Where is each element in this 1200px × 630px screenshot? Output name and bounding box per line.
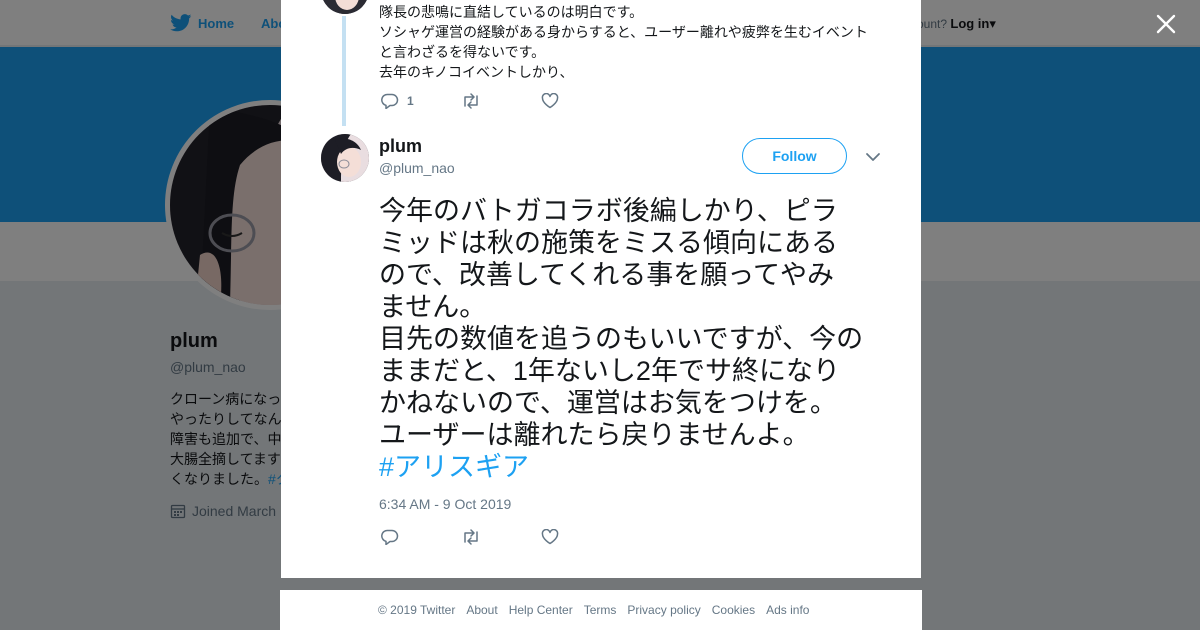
tweet-hashtag-link[interactable]: #アリスギア: [379, 452, 529, 482]
tweet-line: ままだと、1年ないし2年でサ終になり: [379, 356, 840, 386]
prev-tweet-line: 隊長の悲鳴に直結しているのは明白です。: [379, 4, 644, 20]
prev-tweet-text: 隊長の悲鳴に直結しているのは明白です。 ソシャゲ運営の経験がある身からすると、ユ…: [379, 2, 879, 82]
retweet-button[interactable]: [461, 529, 541, 545]
prev-like-button[interactable]: [541, 93, 559, 109]
author-name[interactable]: plum: [379, 136, 422, 157]
tweet-line: かねないので、運営はお気をつけを。: [379, 388, 837, 418]
prev-reply-button[interactable]: 1: [381, 93, 461, 109]
tweet-body: 今年のバトガコラボ後編しかり、ピラ ミッドは秋の施策をミスる傾向にある ので、改…: [379, 195, 889, 483]
tweet-line: ユーザーは離れたら戻りませんよ。: [379, 420, 810, 450]
chevron-down-icon: [866, 153, 880, 161]
footer-link-privacy[interactable]: Privacy policy: [627, 603, 700, 617]
prev-tweet-actions: 1: [381, 93, 559, 109]
footer-link-help-center[interactable]: Help Center: [509, 603, 573, 617]
tweet-line: ません。: [379, 292, 487, 322]
follow-button[interactable]: Follow: [742, 138, 847, 174]
prev-avatar-image: [321, 0, 369, 14]
prev-tweet-line: 去年のキノコイベントしかり、: [379, 64, 574, 80]
thread-connector: [342, 16, 346, 126]
reply-button[interactable]: [381, 529, 461, 545]
tweet-line: 目先の数値を追うのもいいですが、今の: [379, 324, 864, 354]
like-button[interactable]: [541, 529, 559, 545]
prev-tweet-avatar[interactable]: [321, 0, 369, 14]
tweet-permalink-modal: 隊長の悲鳴に直結しているのは明白です。 ソシャゲ運営の経験がある身からすると、ユ…: [281, 0, 921, 578]
tweet-line: ので、改善してくれる事を願ってやみ: [379, 260, 834, 290]
retweet-icon: [464, 529, 478, 545]
reply-icon: [381, 93, 399, 109]
prev-retweet-button[interactable]: [461, 93, 541, 109]
footer-link-ads-info[interactable]: Ads info: [766, 603, 809, 617]
prev-tweet-line: ソシャゲ運営の経験がある身からすると、ユーザー離れや疲弊を生むイベント: [379, 24, 868, 40]
tweet-line: 今年のバトガコラボ後編しかり、ピラ: [379, 196, 838, 226]
author-handle[interactable]: @plum_nao: [379, 160, 455, 176]
prev-tweet-line: と言わざるを得ないです。: [379, 44, 546, 60]
tweet-menu-button[interactable]: [865, 150, 881, 164]
retweet-icon: [464, 93, 478, 109]
tweet-timestamp[interactable]: 6:34 AM - 9 Oct 2019: [379, 496, 511, 512]
heart-icon: [541, 529, 559, 545]
heart-icon: [541, 93, 559, 109]
author-avatar-image: [321, 134, 369, 182]
footer-link-terms[interactable]: Terms: [584, 603, 617, 617]
author-avatar[interactable]: [321, 134, 369, 182]
footer-link-cookies[interactable]: Cookies: [712, 603, 755, 617]
footer-links: © 2019 Twitter About Help Center Terms P…: [280, 590, 922, 630]
close-button[interactable]: [1154, 12, 1178, 36]
reply-icon: [381, 529, 399, 545]
prev-reply-count: 1: [407, 94, 414, 108]
footer-link-about[interactable]: About: [466, 603, 497, 617]
close-icon: [1156, 14, 1176, 34]
tweet-line: ミッドは秋の施策をミスる傾向にある: [379, 228, 838, 258]
footer-copyright: © 2019 Twitter: [378, 603, 456, 617]
tweet-actions: [381, 529, 559, 545]
